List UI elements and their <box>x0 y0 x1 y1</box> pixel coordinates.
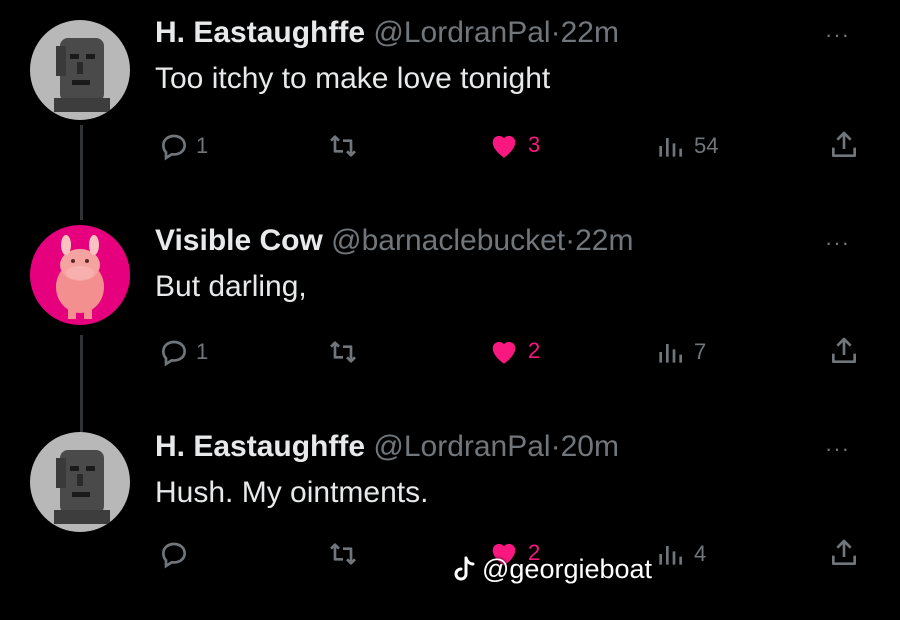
author-handle[interactable]: @LordranPal <box>373 16 550 49</box>
like-button[interactable]: 3 <box>486 128 540 162</box>
reply-count: 1 <box>196 339 209 364</box>
tweet-actions: 1 2 7 <box>0 332 900 372</box>
tweet-1[interactable]: H. Eastaughffe @LordranPal·22m ··· Too i… <box>0 0 900 200</box>
view-count: 4 <box>694 541 707 566</box>
timestamp[interactable]: 22m <box>561 16 619 49</box>
views-chart-icon <box>659 344 682 363</box>
separator-dot: · <box>565 224 576 257</box>
reply-button[interactable]: 1 <box>158 336 208 368</box>
view-count: 7 <box>694 339 707 364</box>
reply-button[interactable]: 1 <box>158 130 208 162</box>
author-name[interactable]: H. Eastaughffe <box>155 430 365 463</box>
separator-dot: · <box>550 430 561 463</box>
retweet-icon <box>330 543 356 565</box>
author-name[interactable]: Visible Cow <box>155 224 323 257</box>
views-button[interactable]: 7 <box>652 336 706 368</box>
tweet-actions: 1 3 54 <box>0 126 900 166</box>
author-handle[interactable]: @barnaclebucket <box>331 224 565 257</box>
separator-dot: · <box>550 16 561 49</box>
views-button[interactable]: 54 <box>652 130 718 162</box>
tweet-text: But darling, <box>155 270 307 303</box>
retweet-icon <box>330 135 356 157</box>
tweet-text: Too itchy to make love tonight <box>155 62 551 95</box>
tiktok-icon <box>454 556 475 580</box>
retweet-icon <box>330 341 356 363</box>
tweet-actions: 2 4 <box>0 534 900 574</box>
tiktok-watermark: @georgieboat <box>452 554 652 585</box>
view-count: 54 <box>694 133 719 158</box>
reply-icon <box>161 542 187 569</box>
reply-count: 1 <box>196 133 209 158</box>
views-chart-icon <box>659 546 682 565</box>
share-icon <box>832 539 856 565</box>
heart-filled-icon <box>492 341 516 364</box>
views-button[interactable]: 4 <box>652 538 706 570</box>
retweet-button[interactable] <box>326 130 360 162</box>
heart-filled-icon <box>492 135 516 158</box>
more-options-icon[interactable]: ··· <box>825 230 850 256</box>
share-icon <box>832 337 856 363</box>
more-options-icon[interactable]: ··· <box>825 22 850 48</box>
retweet-button[interactable] <box>326 336 360 368</box>
retweet-button[interactable] <box>326 538 360 570</box>
like-button[interactable]: 2 <box>486 334 540 368</box>
share-button[interactable] <box>828 334 860 368</box>
watermark-handle: @georgieboat <box>482 554 653 584</box>
tweet-2[interactable]: Visible Cow @barnaclebucket·22m ··· But … <box>0 210 900 410</box>
reply-icon <box>161 340 187 367</box>
like-count: 2 <box>528 338 541 363</box>
share-button[interactable] <box>828 536 860 570</box>
share-button[interactable] <box>828 128 860 162</box>
tweet-3[interactable]: H. Eastaughffe @LordranPal·20m ··· Hush.… <box>0 420 900 620</box>
avatar-stone-face[interactable] <box>30 20 130 120</box>
more-options-icon[interactable]: ··· <box>825 436 850 462</box>
avatar-stone-face[interactable] <box>30 432 130 532</box>
author-handle[interactable]: @LordranPal <box>373 430 550 463</box>
reply-button[interactable] <box>158 538 196 570</box>
timestamp[interactable]: 22m <box>575 224 633 257</box>
timestamp[interactable]: 20m <box>561 430 619 463</box>
tweet-text: Hush. My ointments. <box>155 476 429 509</box>
views-chart-icon <box>659 138 682 157</box>
like-count: 3 <box>528 132 541 157</box>
avatar-pink-cow[interactable] <box>30 225 130 325</box>
share-icon <box>832 131 856 157</box>
author-name[interactable]: H. Eastaughffe <box>155 16 365 49</box>
reply-icon <box>161 134 187 161</box>
